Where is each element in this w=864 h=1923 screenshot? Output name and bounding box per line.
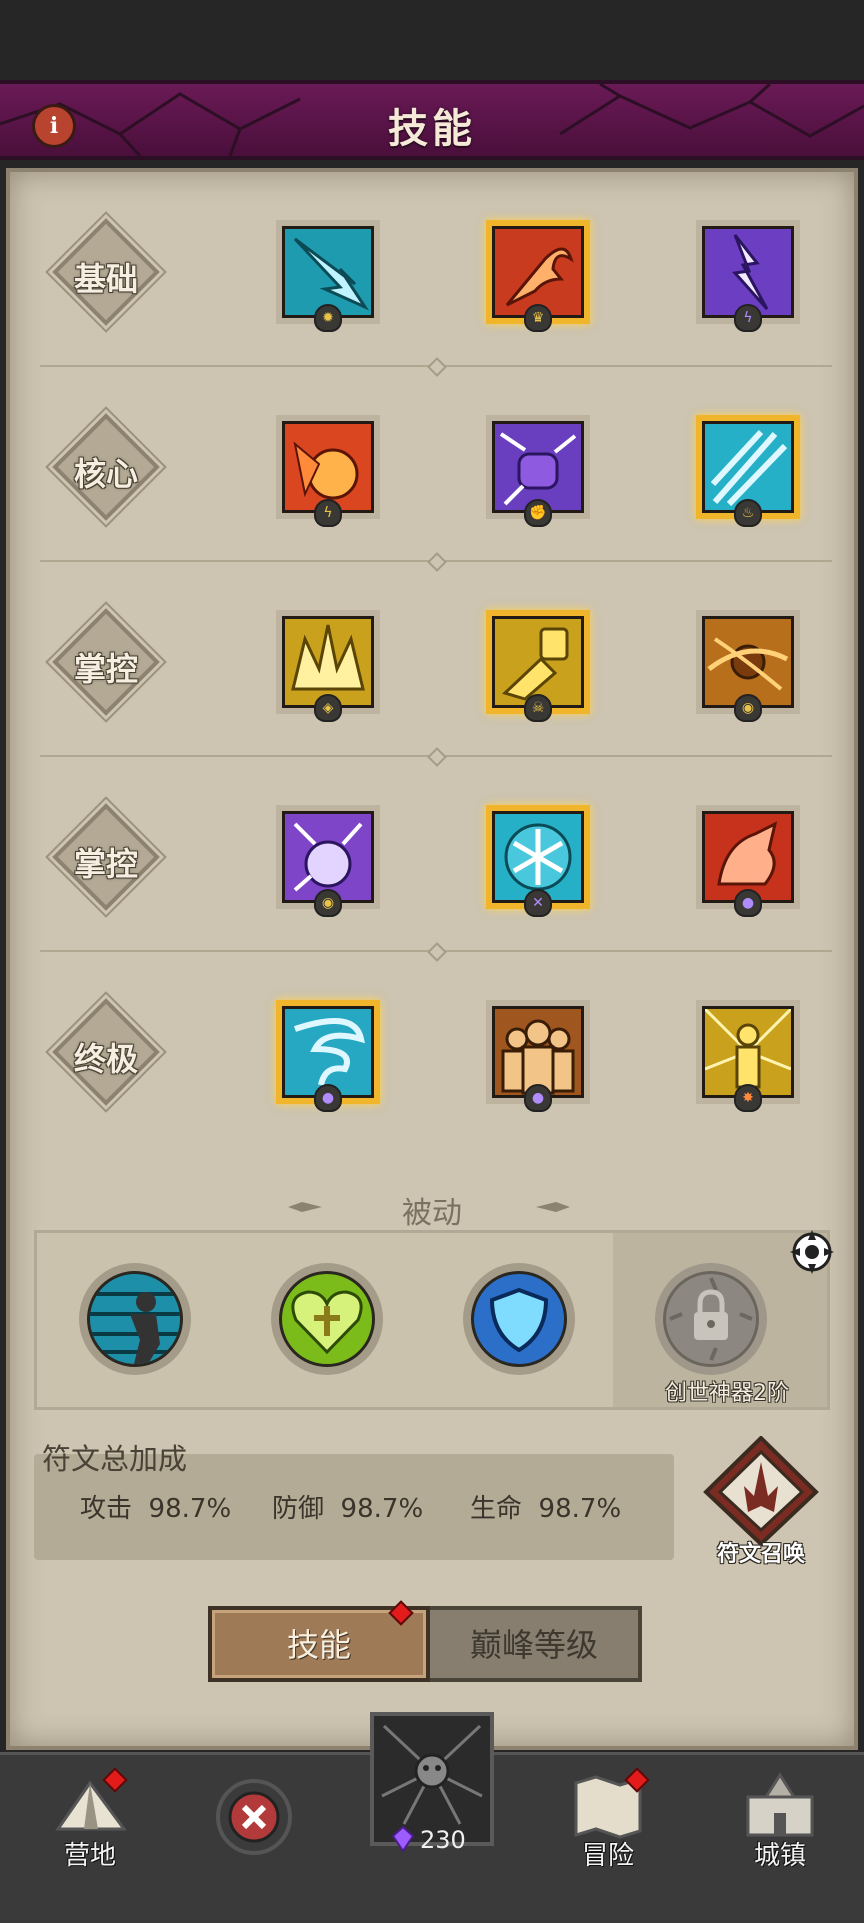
skill-slot[interactable]: ♛ [482, 216, 594, 332]
nav-camp[interactable]: 营地 [50, 1755, 130, 1905]
skill-slot[interactable]: ☠ [482, 606, 594, 722]
settings-gear-icon[interactable] [786, 1226, 838, 1278]
tier-label-mastery: 掌控 [52, 608, 160, 716]
passive-slot[interactable] [463, 1263, 575, 1375]
tier-label-mastery-2: 掌控 [52, 803, 160, 911]
nav-adventure-label: 冒险 [581, 1841, 634, 1871]
lock-icon [663, 1271, 759, 1367]
skill-slot[interactable]: ✸ [692, 996, 804, 1112]
skill-slot[interactable]: ● [692, 801, 804, 917]
castle-icon [746, 1772, 814, 1837]
title-banner: i 技能 [0, 80, 864, 160]
tab-switcher: 技能 巅峰等级 [208, 1600, 642, 1682]
passive-header: 被动 [0, 1188, 864, 1232]
badge-shield-icon: ◈ [314, 694, 342, 722]
nav-disabled[interactable] [212, 1755, 296, 1905]
passive-box: 创世神器2阶 [34, 1230, 830, 1410]
passive-slot[interactable] [271, 1263, 383, 1375]
nav-camp-label: 营地 [63, 1841, 116, 1871]
nav-town[interactable]: 城镇 [738, 1755, 822, 1905]
heart-heal-icon [279, 1271, 375, 1367]
stat-hp: 生命 98.7% [470, 1494, 622, 1524]
skill-slot[interactable]: ✹ [272, 216, 384, 332]
ornament-left-icon [288, 1202, 322, 1212]
badge-drop-icon: ● [734, 889, 762, 917]
passive-title: 被动 [402, 1196, 462, 1231]
page-title: 技能 [388, 106, 476, 152]
badge-cross-icon: ✕ [524, 889, 552, 917]
gem-count: 230 [420, 1826, 466, 1854]
stat-attack: 攻击 98.7% [80, 1494, 232, 1524]
rune-title: 符文总加成 [42, 1442, 188, 1476]
status-bar-area [0, 0, 864, 80]
tier-row: 基础 ✹ ♛ ϟ [10, 172, 862, 367]
skill-slot[interactable]: ◉ [692, 606, 804, 722]
nav-town-label: 城镇 [753, 1841, 806, 1871]
purple-gem-icon [392, 1826, 414, 1852]
skill-slot[interactable]: ϟ [272, 411, 384, 527]
shield-icon [471, 1271, 567, 1367]
skill-slot[interactable]: ♨ [692, 411, 804, 527]
skill-slot[interactable]: ◈ [272, 606, 384, 722]
tier-row: 掌控 ◈ ☠ ◉ [10, 562, 862, 757]
skill-slot[interactable]: ✕ [482, 801, 594, 917]
tier-label-basic: 基础 [52, 218, 160, 326]
badge-skull-icon: ☠ [524, 694, 552, 722]
stat-defense: 防御 98.7% [272, 1494, 424, 1524]
close-icon [216, 1779, 292, 1855]
passive-slot-locked[interactable] [655, 1263, 767, 1375]
tab-peak-level[interactable]: 巅峰等级 [430, 1606, 642, 1682]
ornament-right-icon [536, 1202, 570, 1212]
rune-summon-button[interactable]: 符文召唤 [702, 1435, 820, 1567]
tier-row: 掌控 ◉ ✕ ● [10, 757, 862, 952]
badge-star-icon: ✸ [734, 1084, 762, 1112]
passive-slot[interactable] [79, 1263, 191, 1375]
tier-row: 核心 ϟ ✊ ♨ [10, 367, 862, 562]
spider-skull-icon [381, 1724, 483, 1825]
locked-label: 创世神器2阶 [665, 1381, 789, 1406]
nav-adventure[interactable]: 冒险 [566, 1755, 650, 1905]
skill-slot[interactable]: ◉ [272, 801, 384, 917]
rune-summon-label: 符文召唤 [716, 1542, 805, 1567]
skill-slot[interactable]: ● [482, 996, 594, 1112]
badge-eye-icon: ◉ [314, 889, 342, 917]
badge-crown-icon: ♛ [524, 304, 552, 332]
badge-drop-icon: ● [524, 1084, 552, 1112]
tier-row: 终极 ● ● ✸ [10, 952, 862, 1147]
skill-slot[interactable]: ϟ [692, 216, 804, 332]
sprint-icon [87, 1271, 183, 1367]
badge-bolt-icon: ϟ [314, 499, 342, 527]
rune-summon-icon [703, 1435, 819, 1547]
skill-slot[interactable]: ✊ [482, 411, 594, 527]
badge-bolt-icon: ϟ [734, 304, 762, 332]
badge-flame-icon: ♨ [734, 499, 762, 527]
tier-label-core: 核心 [52, 413, 160, 521]
badge-drop-icon: ● [314, 1084, 342, 1112]
badge-sun-icon: ✹ [314, 304, 342, 332]
tier-label-ultimate: 终极 [52, 998, 160, 1106]
skill-slot[interactable]: ● [272, 996, 384, 1112]
badge-eye-icon: ◉ [734, 694, 762, 722]
badge-fist-icon: ✊ [524, 499, 552, 527]
